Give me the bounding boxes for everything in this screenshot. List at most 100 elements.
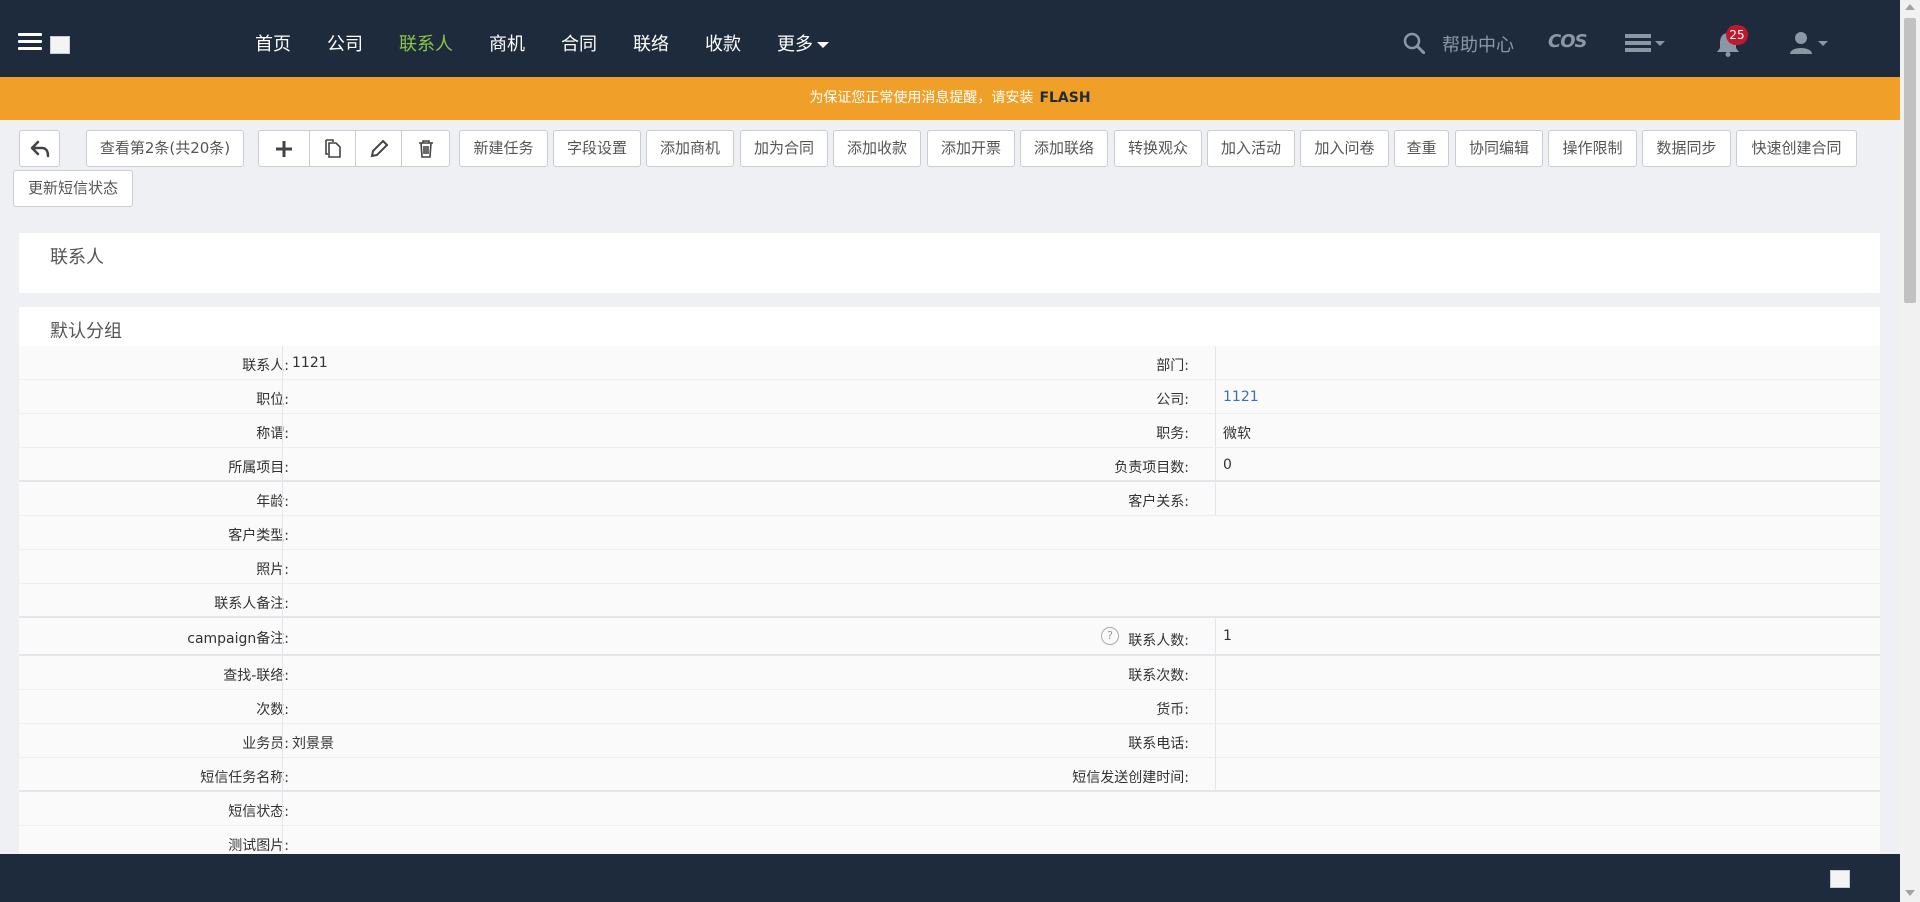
- field-label: 所属项目:: [228, 460, 289, 476]
- field-label: 短信发送创建时间:: [1072, 770, 1189, 786]
- convert-audience-button[interactable]: 转换观众: [1114, 130, 1202, 167]
- field-label: 年龄:: [256, 494, 289, 510]
- field-label: 部门:: [1156, 358, 1189, 374]
- flash-link[interactable]: FLASH: [1039, 90, 1090, 106]
- field-row: 职位: 公司: 1121: [19, 380, 1880, 414]
- pencil-icon: [370, 139, 388, 157]
- scroll-thumb[interactable]: [1904, 18, 1916, 303]
- field-row: 短信状态:: [19, 792, 1880, 826]
- list-menu-icon[interactable]: [1625, 34, 1667, 54]
- banner-text: 为保证您正常使用消息提醒，请安装: [809, 90, 1034, 106]
- add-to-contract-button[interactable]: 加为合同: [740, 130, 828, 167]
- chevron-down-icon: [817, 42, 829, 48]
- record-header-panel: 联系人: [19, 233, 1880, 293]
- trash-icon: [418, 139, 433, 158]
- field-row: 所属项目: 负责项目数: 0: [19, 448, 1880, 482]
- quick-create-contract-button[interactable]: 快速创建合同: [1736, 130, 1857, 167]
- field-label: 短信状态:: [228, 804, 289, 820]
- cos-link[interactable]: COS: [1548, 31, 1587, 52]
- field-label: 联系人备注:: [214, 596, 289, 612]
- action-toolbar: 查看第2条(共20条) 新建任务 字段设置 添加商机 加为合同 添加收款 添加开…: [0, 120, 1900, 215]
- field-label: 查找-联络:: [223, 668, 289, 684]
- hamburger-menu-icon[interactable]: [18, 33, 42, 53]
- field-row: 短信任务名称: 短信发送创建时间:: [19, 758, 1880, 792]
- edit-button[interactable]: [355, 130, 402, 167]
- check-duplicate-button[interactable]: 查重: [1394, 130, 1449, 167]
- field-label: 联系人:: [242, 358, 289, 374]
- scroll-down-arrow-icon[interactable]: [1905, 890, 1915, 896]
- update-sms-status-button[interactable]: 更新短信状态: [13, 170, 133, 207]
- field-value[interactable]: 1: [1223, 628, 1232, 644]
- field-label: 客户关系:: [1128, 494, 1189, 510]
- notification-badge: 25: [1726, 25, 1748, 45]
- field-label: 联系次数:: [1128, 668, 1189, 684]
- scroll-up-arrow-icon[interactable]: [1905, 4, 1915, 10]
- field-value[interactable]: 1121: [292, 355, 328, 371]
- field-label: 称谓:: [256, 426, 289, 442]
- field-label: 联系人数:: [1128, 633, 1189, 649]
- operation-limit-button[interactable]: 操作限制: [1548, 130, 1637, 167]
- search-icon[interactable]: [1403, 32, 1425, 54]
- flash-notice-banner: 为保证您正常使用消息提醒，请安装 FLASH: [0, 77, 1900, 120]
- field-label: campaign备注:: [187, 631, 289, 647]
- logo-image[interactable]: [50, 36, 70, 54]
- record-type-title: 联系人: [50, 247, 104, 268]
- field-value[interactable]: 微软: [1223, 423, 1251, 443]
- field-label: 货币:: [1156, 702, 1189, 718]
- footer-image[interactable]: [1830, 870, 1850, 888]
- back-button[interactable]: [19, 130, 60, 167]
- field-label: 职务:: [1156, 426, 1189, 442]
- main-nav: 首页 公司 联系人 商机 合同 联络 收款 更多: [255, 30, 865, 56]
- help-center-link[interactable]: 帮助中心: [1442, 31, 1514, 57]
- field-label: 测试图片:: [228, 838, 289, 854]
- field-row: 称谓: 职务: 微软: [19, 414, 1880, 448]
- nav-item-more[interactable]: 更多: [777, 30, 829, 56]
- field-row: 照片:: [19, 550, 1880, 584]
- nav-more-label: 更多: [777, 34, 813, 55]
- field-value[interactable]: 0: [1223, 457, 1232, 473]
- plus-icon: [276, 140, 292, 157]
- nav-item-company[interactable]: 公司: [327, 30, 363, 56]
- field-label: 业务员:: [242, 736, 289, 752]
- add-payment-button[interactable]: 添加收款: [833, 130, 921, 167]
- join-event-button[interactable]: 加入活动: [1207, 130, 1295, 167]
- company-link[interactable]: 1121: [1223, 389, 1259, 405]
- nav-item-contacts[interactable]: 联系人: [399, 30, 453, 56]
- nav-item-payments[interactable]: 收款: [705, 30, 741, 56]
- data-sync-button[interactable]: 数据同步: [1642, 130, 1731, 167]
- field-row: campaign备注: ? 联系人数: 1: [19, 618, 1880, 656]
- add-invoice-button[interactable]: 添加开票: [927, 130, 1015, 167]
- page-scrollbar[interactable]: [1900, 0, 1920, 902]
- field-row: 年龄: 客户关系:: [19, 482, 1880, 516]
- back-arrow-icon: [30, 140, 49, 157]
- add-button[interactable]: [258, 130, 310, 167]
- field-value[interactable]: 刘景景: [292, 733, 334, 753]
- user-avatar-icon[interactable]: [1788, 30, 1834, 56]
- field-label: 照片:: [256, 562, 289, 578]
- field-settings-button[interactable]: 字段设置: [553, 130, 641, 167]
- copy-icon: [324, 138, 341, 158]
- join-survey-button[interactable]: 加入问卷: [1300, 130, 1389, 167]
- copy-button[interactable]: [309, 130, 356, 167]
- nav-item-contracts[interactable]: 合同: [561, 30, 597, 56]
- field-label: 客户类型:: [228, 528, 289, 544]
- field-row: 次数: 货币:: [19, 690, 1880, 724]
- nav-item-opportunities[interactable]: 商机: [489, 30, 525, 56]
- collaborative-edit-button[interactable]: 协同编辑: [1455, 130, 1543, 167]
- field-label: 公司:: [1156, 392, 1189, 408]
- add-contact-log-button[interactable]: 添加联络: [1020, 130, 1108, 167]
- field-row: 业务员: 刘景景 联系电话:: [19, 724, 1880, 758]
- view-record-button[interactable]: 查看第2条(共20条): [86, 130, 244, 167]
- delete-button[interactable]: [401, 130, 450, 167]
- nav-item-home[interactable]: 首页: [255, 30, 291, 56]
- footer-bar: [0, 854, 1900, 902]
- field-row: 联系人: 1121 部门:: [19, 346, 1880, 380]
- field-label: 职位:: [256, 392, 289, 408]
- field-label: 联系电话:: [1128, 736, 1189, 752]
- field-label: 短信任务名称:: [200, 770, 289, 786]
- new-task-button[interactable]: 新建任务: [459, 130, 548, 167]
- nav-item-contact-logs[interactable]: 联络: [633, 30, 669, 56]
- top-navbar: 首页 公司 联系人 商机 合同 联络 收款 更多 帮助中心 COS 25: [0, 0, 1900, 77]
- add-opportunity-button[interactable]: 添加商机: [646, 130, 734, 167]
- field-row: 客户类型:: [19, 516, 1880, 550]
